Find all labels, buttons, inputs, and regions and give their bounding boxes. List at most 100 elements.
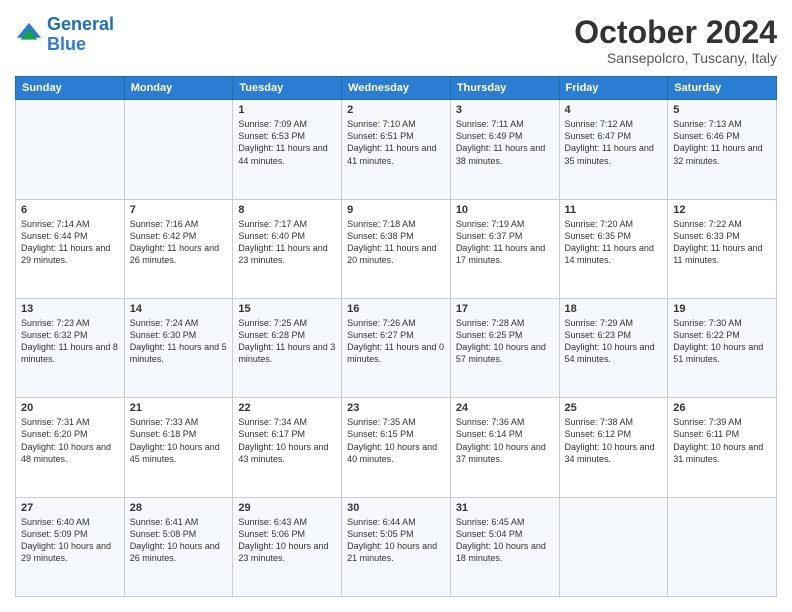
day-details: Sunrise: 7:30 AMSunset: 6:22 PMDaylight:… bbox=[673, 317, 771, 366]
day-details: Sunrise: 7:17 AMSunset: 6:40 PMDaylight:… bbox=[238, 218, 336, 267]
location: Sansepolcro, Tuscany, Italy bbox=[574, 50, 777, 66]
day-number: 14 bbox=[130, 303, 228, 315]
day-number: 8 bbox=[238, 204, 336, 216]
calendar-cell: 1Sunrise: 7:09 AMSunset: 6:53 PMDaylight… bbox=[233, 100, 342, 199]
day-number: 18 bbox=[565, 303, 663, 315]
day-details: Sunrise: 7:20 AMSunset: 6:35 PMDaylight:… bbox=[565, 218, 663, 267]
calendar-cell: 22Sunrise: 7:34 AMSunset: 6:17 PMDayligh… bbox=[233, 398, 342, 497]
day-number: 20 bbox=[21, 402, 119, 414]
calendar-cell bbox=[124, 100, 233, 199]
logo-line2: Blue bbox=[47, 34, 86, 54]
calendar-cell: 3 Sunrise: 7:11 AMSunset: 6:49 PMDaylight… bbox=[450, 100, 559, 199]
day-number: 5 bbox=[673, 104, 771, 116]
calendar-cell bbox=[668, 497, 777, 596]
day-details: Sunrise: 6:45 AMSunset: 5:04 PMDaylight:… bbox=[456, 516, 554, 565]
day-details: Sunrise: 7:36 AMSunset: 6:14 PMDaylight:… bbox=[456, 416, 554, 465]
day-number: 19 bbox=[673, 303, 771, 315]
day-number: 15 bbox=[238, 303, 336, 315]
calendar-cell: 7Sunrise: 7:16 AMSunset: 6:42 PMDaylight… bbox=[124, 199, 233, 298]
day-number: 24 bbox=[456, 402, 554, 414]
day-details: Sunrise: 7:38 AMSunset: 6:12 PMDaylight:… bbox=[565, 416, 663, 465]
calendar-cell: 31 Sunrise: 6:45 AMSunset: 5:04 PMDayligh… bbox=[450, 497, 559, 596]
weekday-saturday: Saturday bbox=[668, 77, 777, 100]
day-details: Sunrise: 6:41 AMSunset: 5:08 PMDaylight:… bbox=[130, 516, 228, 565]
page-header: General Blue October 2024 Sansepolcro, T… bbox=[15, 15, 777, 66]
weekday-monday: Monday bbox=[124, 77, 233, 100]
calendar-cell: 18Sunrise: 7:29 AMSunset: 6:23 PMDayligh… bbox=[559, 298, 668, 397]
day-number: 29 bbox=[238, 502, 336, 514]
day-details: Sunrise: 6:43 AMSunset: 5:06 PMDaylight:… bbox=[238, 516, 336, 565]
day-number: 25 bbox=[565, 402, 663, 414]
weekday-sunday: Sunday bbox=[16, 77, 125, 100]
calendar-cell: 13Sunrise: 7:23 AMSunset: 6:32 PMDayligh… bbox=[16, 298, 125, 397]
logo: General Blue bbox=[15, 15, 114, 55]
day-number: 26 bbox=[673, 402, 771, 414]
day-details: Sunrise: 6:44 AMSunset: 5:05 PMDaylight:… bbox=[347, 516, 445, 565]
day-number: 3 bbox=[456, 104, 554, 116]
calendar-cell: 15 Sunrise: 7:25 AMSunset: 6:28 PMDayligh… bbox=[233, 298, 342, 397]
weekday-tuesday: Tuesday bbox=[233, 77, 342, 100]
day-number: 10 bbox=[456, 204, 554, 216]
day-details: Sunrise: 7:19 AMSunset: 6:37 PMDaylight:… bbox=[456, 218, 554, 267]
calendar-cell bbox=[559, 497, 668, 596]
day-details: Sunrise: 7:12 AMSunset: 6:47 PMDaylight:… bbox=[565, 118, 663, 167]
day-number: 31 bbox=[456, 502, 554, 514]
day-details: Sunrise: 7:18 AMSunset: 6:38 PMDaylight:… bbox=[347, 218, 445, 267]
day-details: Sunrise: 7:35 AMSunset: 6:15 PMDaylight:… bbox=[347, 416, 445, 465]
day-details: Sunrise: 7:16 AMSunset: 6:42 PMDaylight:… bbox=[130, 218, 228, 267]
day-number: 2 bbox=[347, 104, 445, 116]
day-details: Sunrise: 7:24 AMSunset: 6:30 PMDaylight:… bbox=[130, 317, 228, 366]
calendar-cell: 21 Sunrise: 7:33 AMSunset: 6:18 PMDayligh… bbox=[124, 398, 233, 497]
day-number: 16 bbox=[347, 303, 445, 315]
calendar-week-1: 1Sunrise: 7:09 AMSunset: 6:53 PMDaylight… bbox=[16, 100, 777, 199]
weekday-friday: Friday bbox=[559, 77, 668, 100]
calendar-cell: 12 Sunrise: 7:22 AMSunset: 6:33 PMDayligh… bbox=[668, 199, 777, 298]
calendar-cell: 19 Sunrise: 7:30 AMSunset: 6:22 PMDayligh… bbox=[668, 298, 777, 397]
calendar-cell: 16 Sunrise: 7:26 AMSunset: 6:27 PMDayligh… bbox=[342, 298, 451, 397]
calendar-table: SundayMondayTuesdayWednesdayThursdayFrid… bbox=[15, 76, 777, 597]
day-number: 21 bbox=[130, 402, 228, 414]
day-details: Sunrise: 7:28 AMSunset: 6:25 PMDaylight:… bbox=[456, 317, 554, 366]
day-details: Sunrise: 7:39 AMSunset: 6:11 PMDaylight:… bbox=[673, 416, 771, 465]
calendar-cell: 8 Sunrise: 7:17 AMSunset: 6:40 PMDaylight… bbox=[233, 199, 342, 298]
calendar-cell: 24 Sunrise: 7:36 AMSunset: 6:14 PMDayligh… bbox=[450, 398, 559, 497]
day-details: Sunrise: 7:11 AMSunset: 6:49 PMDaylight:… bbox=[456, 118, 554, 167]
calendar-cell: 6 Sunrise: 7:14 AMSunset: 6:44 PMDaylight… bbox=[16, 199, 125, 298]
calendar-cell: 4 Sunrise: 7:12 AMSunset: 6:47 PMDaylight… bbox=[559, 100, 668, 199]
day-details: Sunrise: 7:23 AMSunset: 6:32 PMDaylight:… bbox=[21, 317, 119, 366]
day-details: Sunrise: 7:33 AMSunset: 6:18 PMDaylight:… bbox=[130, 416, 228, 465]
day-details: Sunrise: 7:14 AMSunset: 6:44 PMDaylight:… bbox=[21, 218, 119, 267]
day-number: 17 bbox=[456, 303, 554, 315]
day-number: 23 bbox=[347, 402, 445, 414]
day-details: Sunrise: 7:09 AMSunset: 6:53 PMDaylight:… bbox=[238, 118, 336, 167]
logo-icon bbox=[15, 21, 43, 49]
day-number: 28 bbox=[130, 502, 228, 514]
calendar-cell: 14 Sunrise: 7:24 AMSunset: 6:30 PMDayligh… bbox=[124, 298, 233, 397]
weekday-wednesday: Wednesday bbox=[342, 77, 451, 100]
weekday-thursday: Thursday bbox=[450, 77, 559, 100]
day-details: Sunrise: 7:22 AMSunset: 6:33 PMDaylight:… bbox=[673, 218, 771, 267]
calendar-cell: 5Sunrise: 7:13 AMSunset: 6:46 PMDaylight… bbox=[668, 100, 777, 199]
calendar-cell: 23 Sunrise: 7:35 AMSunset: 6:15 PMDayligh… bbox=[342, 398, 451, 497]
calendar-cell bbox=[16, 100, 125, 199]
day-number: 4 bbox=[565, 104, 663, 116]
calendar-week-5: 27Sunrise: 6:40 AMSunset: 5:09 PMDayligh… bbox=[16, 497, 777, 596]
day-details: Sunrise: 7:26 AMSunset: 6:27 PMDaylight:… bbox=[347, 317, 445, 366]
calendar-cell: 10 Sunrise: 7:19 AMSunset: 6:37 PMDayligh… bbox=[450, 199, 559, 298]
calendar-week-4: 20Sunrise: 7:31 AMSunset: 6:20 PMDayligh… bbox=[16, 398, 777, 497]
day-details: Sunrise: 7:25 AMSunset: 6:28 PMDaylight:… bbox=[238, 317, 336, 366]
calendar-cell: 2 Sunrise: 7:10 AMSunset: 6:51 PMDaylight… bbox=[342, 100, 451, 199]
logo-text: General Blue bbox=[47, 15, 114, 55]
calendar-cell: 26 Sunrise: 7:39 AMSunset: 6:11 PMDayligh… bbox=[668, 398, 777, 497]
calendar-cell: 20Sunrise: 7:31 AMSunset: 6:20 PMDayligh… bbox=[16, 398, 125, 497]
day-number: 6 bbox=[21, 204, 119, 216]
calendar-week-3: 13Sunrise: 7:23 AMSunset: 6:32 PMDayligh… bbox=[16, 298, 777, 397]
weekday-header-row: SundayMondayTuesdayWednesdayThursdayFrid… bbox=[16, 77, 777, 100]
month-title: October 2024 bbox=[574, 15, 777, 50]
day-number: 12 bbox=[673, 204, 771, 216]
calendar-cell: 29 Sunrise: 6:43 AMSunset: 5:06 PMDayligh… bbox=[233, 497, 342, 596]
day-details: Sunrise: 7:10 AMSunset: 6:51 PMDaylight:… bbox=[347, 118, 445, 167]
title-block: October 2024 Sansepolcro, Tuscany, Italy bbox=[574, 15, 777, 66]
calendar-cell: 11Sunrise: 7:20 AMSunset: 6:35 PMDayligh… bbox=[559, 199, 668, 298]
day-number: 22 bbox=[238, 402, 336, 414]
